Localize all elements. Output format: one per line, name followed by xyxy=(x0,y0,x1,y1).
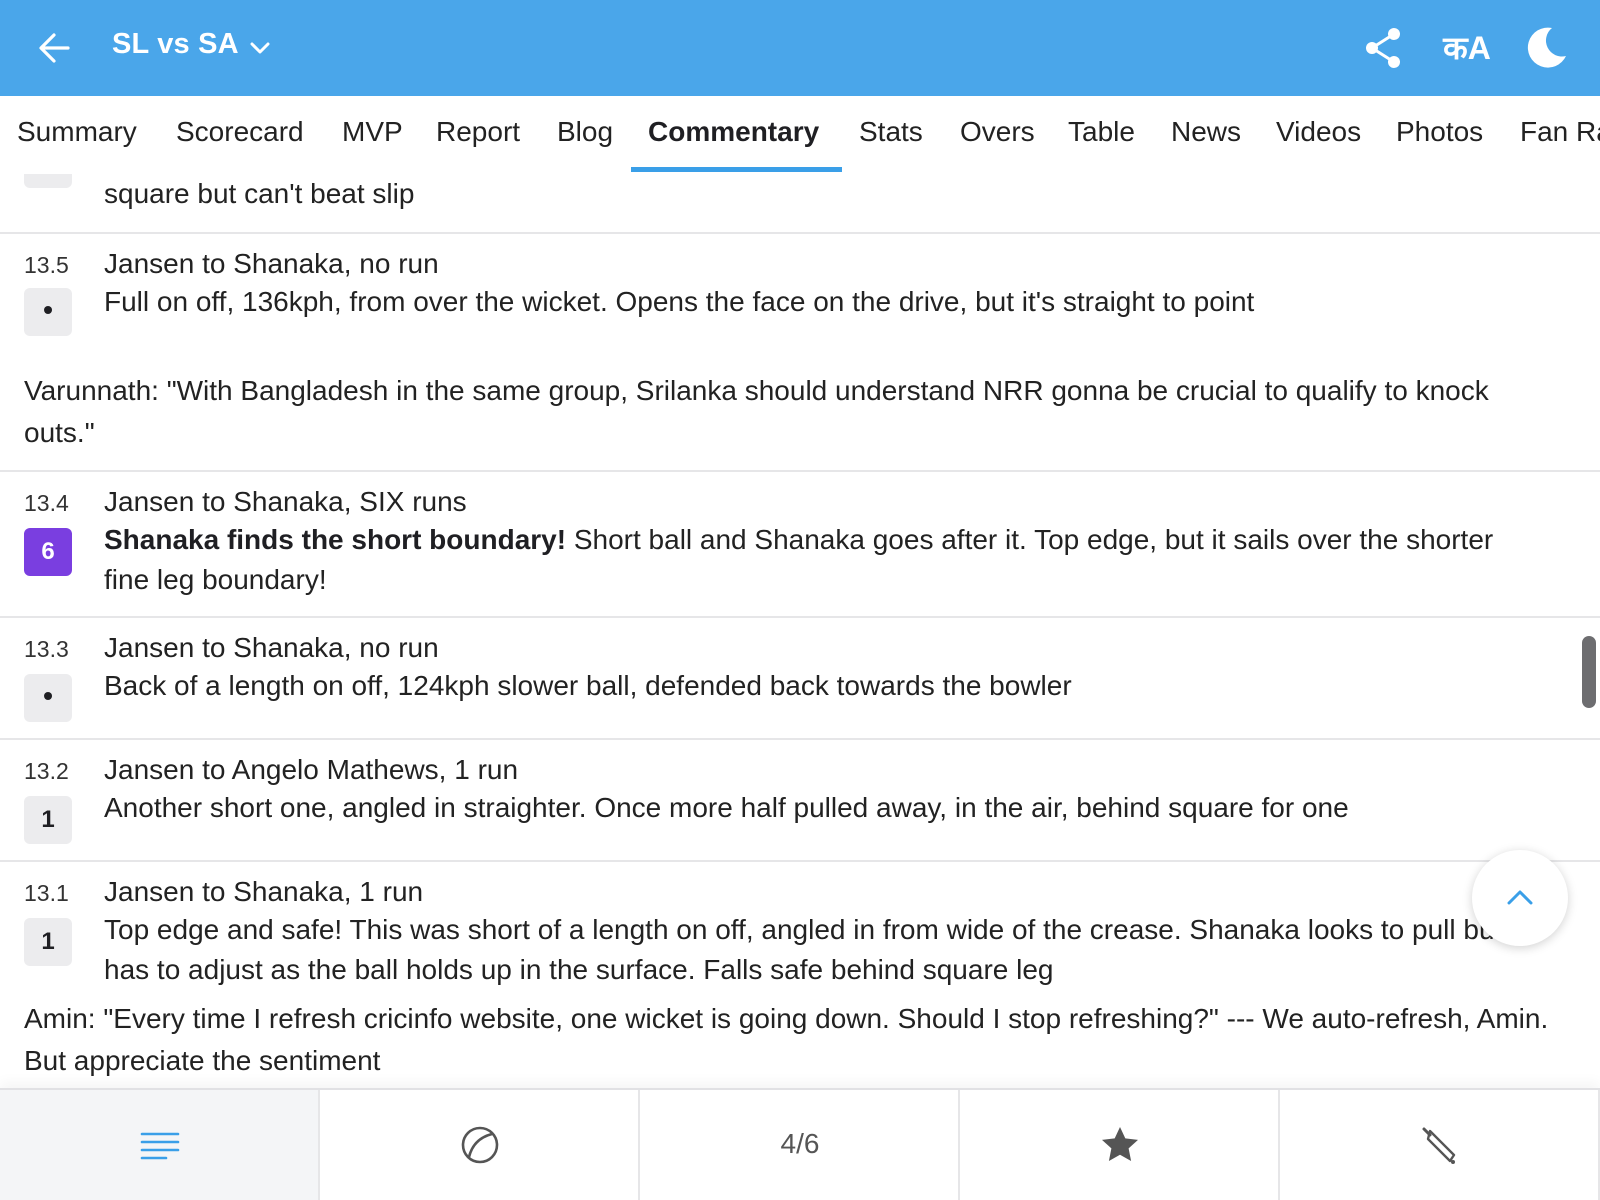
scrollbar-thumb[interactable] xyxy=(1582,636,1596,708)
scroll-to-top-button[interactable] xyxy=(1472,850,1568,946)
back-arrow-icon[interactable] xyxy=(34,28,74,68)
run-ball-badge: 1 xyxy=(24,918,72,966)
ball-headline: Jansen to Shanaka, SIX runs xyxy=(104,486,467,517)
ball-description: Top edge and safe! This was short of a l… xyxy=(104,914,1503,985)
commentary-feed[interactable]: square but can't beat slip 13.5 Jansen t… xyxy=(0,174,1600,1088)
bottom-nav-favourite[interactable] xyxy=(960,1090,1280,1200)
tab-mvp[interactable]: MVP xyxy=(342,116,403,148)
bottom-nav-pager[interactable]: 4/6 xyxy=(640,1090,960,1200)
over-number: 13.3 xyxy=(24,636,69,662)
ball-description: Back of a length on off, 124kph slower b… xyxy=(104,670,1072,701)
ball-headline: Jansen to Shanaka, no run xyxy=(104,632,439,663)
six-ball-badge: 6 xyxy=(24,528,72,576)
dot-ball-badge: • xyxy=(24,288,72,336)
tab-videos[interactable]: Videos xyxy=(1276,116,1361,148)
ball-headline: Jansen to Shanaka, no run xyxy=(104,248,439,279)
tab-overs[interactable]: Overs xyxy=(960,116,1035,148)
tab-commentary[interactable]: Commentary xyxy=(648,116,819,148)
tab-news[interactable]: News xyxy=(1171,116,1241,148)
tab-summary[interactable]: Summary xyxy=(17,116,137,148)
page-indicator: 4/6 xyxy=(780,1128,820,1159)
ball-description-partial: square but can't beat slip xyxy=(104,178,415,209)
bottom-nav-commentary[interactable] xyxy=(0,1090,320,1200)
fan-comment: Varunnath: "With Bangladesh in the same … xyxy=(24,375,1489,448)
over-number: 13.1 xyxy=(24,880,69,906)
share-icon[interactable] xyxy=(1360,24,1408,72)
ball-badge-partial xyxy=(24,174,72,188)
match-title[interactable]: SL vs SA xyxy=(112,28,239,61)
bottom-nav: 4/6 xyxy=(0,1088,1600,1200)
over-number: 13.5 xyxy=(24,252,69,278)
tab-fan-ratings[interactable]: Fan Ra xyxy=(1520,116,1600,148)
chevron-down-icon[interactable] xyxy=(248,36,272,60)
ball-description: Another short one, angled in straighter.… xyxy=(104,792,1349,823)
menu-lines-icon xyxy=(140,1132,180,1160)
divider xyxy=(0,738,1600,740)
divider xyxy=(0,616,1600,618)
active-tab-indicator xyxy=(631,167,842,172)
ball-description: Shanaka finds the short boundary! Short … xyxy=(104,520,1544,600)
chevron-up-icon xyxy=(1507,890,1533,905)
language-toggle[interactable]: कA xyxy=(1436,24,1498,72)
tab-photos[interactable]: Photos xyxy=(1396,116,1483,148)
tab-stats[interactable]: Stats xyxy=(859,116,923,148)
dark-mode-moon-icon[interactable] xyxy=(1522,24,1570,72)
ball-headline: Jansen to Angelo Mathews, 1 run xyxy=(104,754,519,785)
ball-icon xyxy=(461,1126,499,1164)
divider xyxy=(0,860,1600,862)
ball-description: Full on off, 136kph, from over the wicke… xyxy=(104,286,1255,317)
bottom-nav-ball[interactable] xyxy=(320,1090,640,1200)
fan-comment: Amin: "Every time I refresh cricinfo web… xyxy=(24,1003,1549,1076)
star-icon xyxy=(1102,1127,1138,1161)
dot-ball-badge: • xyxy=(24,674,72,722)
ball-headline: Jansen to Shanaka, 1 run xyxy=(104,876,424,907)
app-bar: SL vs SA कA xyxy=(0,0,1600,96)
bat-icon xyxy=(1422,1127,1456,1164)
divider xyxy=(0,232,1600,234)
tab-blog[interactable]: Blog xyxy=(557,116,613,148)
over-number: 13.4 xyxy=(24,490,69,516)
ball-highlight: Shanaka finds the short boundary! xyxy=(104,524,567,555)
tab-report[interactable]: Report xyxy=(436,116,520,148)
tab-scorecard[interactable]: Scorecard xyxy=(176,116,304,148)
divider xyxy=(0,470,1600,472)
match-tabs: Summary Scorecard MVP Report Blog Commen… xyxy=(0,96,1600,174)
over-number: 13.2 xyxy=(24,758,69,784)
run-ball-badge: 1 xyxy=(24,796,72,844)
bottom-nav-batting[interactable] xyxy=(1280,1090,1600,1200)
tab-table[interactable]: Table xyxy=(1068,116,1135,148)
